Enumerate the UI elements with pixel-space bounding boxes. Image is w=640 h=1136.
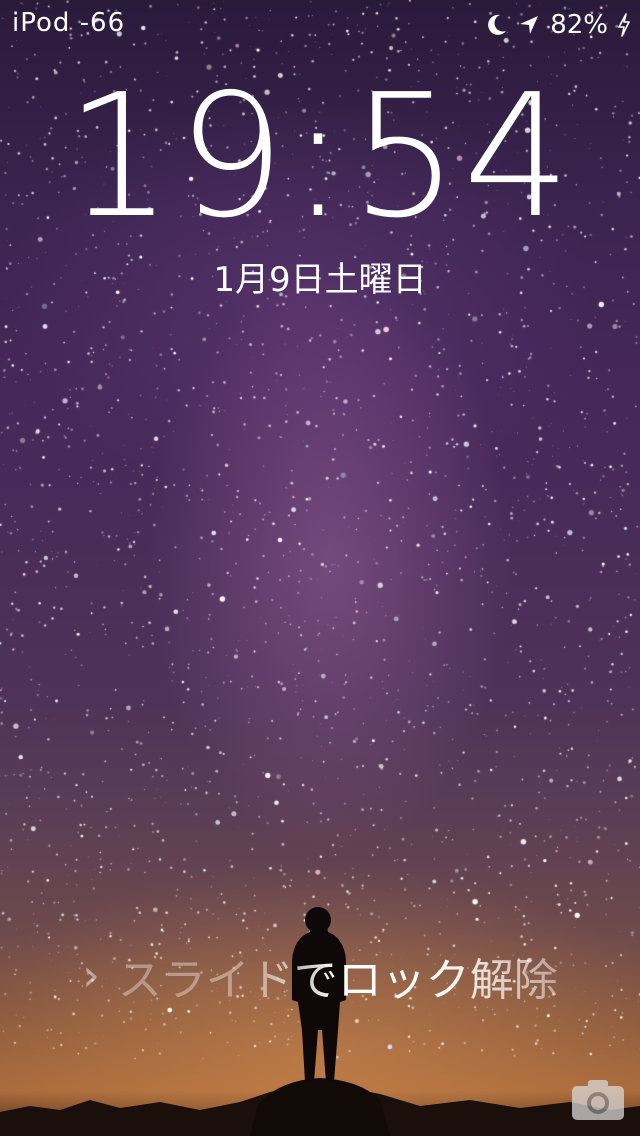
slide-to-unlock-label: スライドでロック解除	[118, 944, 558, 1008]
slide-to-unlock[interactable]: › スライドでロック解除	[0, 948, 640, 1007]
moon-icon	[486, 13, 508, 37]
person-silhouette-wallpaper	[0, 907, 640, 1136]
camera-icon[interactable]	[570, 1076, 626, 1122]
location-arrow-icon	[518, 14, 540, 36]
lock-screen: iPod -66 82% 19:54 1月9日土曜日 › スライドでロック解除	[0, 0, 640, 1136]
charging-bolt-icon	[618, 13, 630, 37]
chevron-right-icon: ›	[82, 950, 100, 1001]
lock-clock-time: 19:54	[65, 58, 575, 256]
status-right-group: 82%	[486, 8, 630, 42]
carrier-label: iPod -66	[12, 8, 126, 38]
lock-date: 1月9日土曜日	[213, 260, 427, 300]
battery-percent: 82%	[550, 10, 608, 40]
